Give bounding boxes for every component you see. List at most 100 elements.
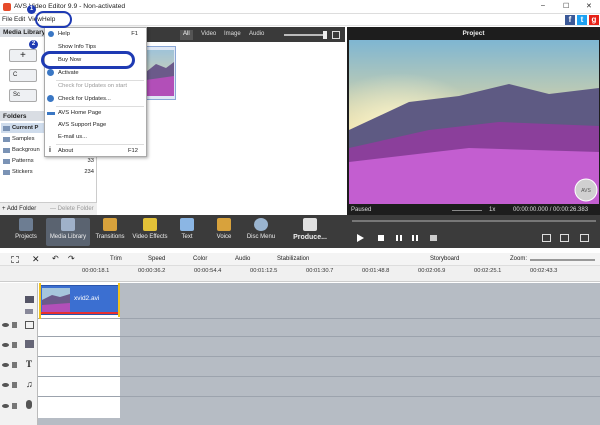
tab-video[interactable]: Video [198,30,219,40]
help-menu-highlight [35,11,72,28]
undo-icon[interactable]: ↶ [52,254,59,263]
tab-all[interactable]: All [180,30,193,40]
preview-title: Project [462,30,485,37]
speed-button[interactable]: Speed [148,256,165,262]
eye-icon[interactable] [2,404,9,408]
produce-button[interactable]: Produce... [290,218,330,246]
grid-icon[interactable] [11,256,19,263]
storyboard-button[interactable]: Storyboard [430,256,459,262]
screen-button[interactable]: Sc [9,89,37,102]
media-library-button[interactable]: Media Library [46,218,90,246]
redo-icon[interactable]: ↷ [68,254,75,263]
menu-item-show-info-tips[interactable]: Show Info Tips [58,44,96,50]
transitions-icon [103,218,117,231]
menu-item-help[interactable]: Help [58,31,70,37]
media-thumbnail[interactable] [144,46,176,100]
lock-icon[interactable] [12,362,17,368]
capture-button[interactable]: C [9,69,37,82]
projects-button[interactable]: Projects [8,218,44,246]
play-icon[interactable] [357,234,364,242]
volume-icon[interactable] [430,235,437,241]
view-mode-icon[interactable] [332,31,340,39]
timeline-toolbar: ✕ ↶ ↷ Trim Speed Color Audio Stabilizati… [0,253,600,266]
overlay-track-icon [25,321,34,329]
tab-image[interactable]: Image [221,30,244,40]
activate-icon [47,69,54,76]
video-effects-icon [143,218,157,231]
menu-item-about[interactable]: About [58,148,73,154]
menu-item-email[interactable]: E-mail us... [58,134,87,140]
slider-handle[interactable] [323,31,327,39]
audio-button[interactable]: Audio [235,256,250,262]
twitter-icon[interactable]: t [577,15,587,25]
lock-icon[interactable] [12,403,17,409]
time-counter: 00:00:00.000 / 00:00:26.383 [513,207,589,213]
add-folder-button[interactable]: + Add Folder [2,206,36,212]
zoom-slider[interactable] [530,259,595,261]
lock-icon[interactable] [12,382,17,388]
track-separator [38,376,600,377]
help-icon [48,31,54,37]
minimize-button[interactable]: – [541,2,545,9]
track-separator [38,356,600,357]
facebook-icon[interactable]: f [565,15,575,25]
buy-now-highlight [41,51,135,69]
video-effects-button[interactable]: Video Effects [130,218,170,246]
audio-track-icon [25,309,33,314]
maximize-button[interactable]: ☐ [563,2,569,10]
trim-button[interactable]: Trim [110,256,122,262]
add-media-button[interactable]: + [9,49,37,62]
menu-file[interactable]: File [2,16,12,23]
eye-icon[interactable] [2,383,9,387]
eye-icon[interactable] [2,343,9,347]
voice-button[interactable]: Voice [208,218,240,246]
ruler-tick: 00:00:36.2 [138,268,166,274]
menu-edit[interactable]: Edit [14,16,25,23]
transitions-button[interactable]: Transitions [92,218,128,246]
stabilization-button[interactable]: Stabilization [277,256,309,262]
lock-icon[interactable] [12,322,17,328]
music-track-icon: ♫ [26,379,33,389]
color-button[interactable]: Color [193,256,207,262]
delete-icon[interactable]: ✕ [32,254,40,265]
video-clip[interactable]: xvid2.avi [40,285,120,315]
help-menu: Help F1 Show Info Tips Buy Now Activate … [44,27,147,157]
aspect-icon[interactable] [560,234,569,242]
text-track-icon: T [26,359,33,369]
playhead[interactable] [39,283,41,319]
eye-icon[interactable] [2,363,9,367]
speed-slider[interactable] [452,210,482,211]
landscape-thumbnail-image [146,50,174,96]
menu-item-check-updates[interactable]: Check for Updates... [58,96,111,102]
close-button[interactable]: ✕ [586,2,592,10]
stop-icon[interactable] [378,235,384,241]
prev-frame-icon[interactable] [396,235,402,241]
folder-item[interactable]: Patterns 33 [1,156,97,166]
text-button[interactable]: Text [172,218,202,246]
fullscreen-icon[interactable] [580,234,589,242]
folder-item[interactable]: Stickers 234 [1,167,97,177]
info-icon: i [49,147,51,154]
track-separator [38,396,600,397]
clapperboard-icon [303,218,317,231]
eye-icon[interactable] [2,323,9,327]
clip-name: xvid2.avi [74,295,100,302]
lock-icon[interactable] [12,342,17,348]
app-icon [3,3,11,11]
menu-item-home-page[interactable]: AVS Home Page [58,110,101,116]
folder-icon [3,148,10,153]
delete-folder-button[interactable]: — Delete Folder [50,206,94,212]
next-frame-icon[interactable] [412,235,418,241]
disc-menu-button[interactable]: Disc Menu [243,218,279,246]
menu-separator [56,106,144,107]
snapshot-icon[interactable] [542,234,551,242]
zoom-label: Zoom: [510,256,528,262]
menu-item-activate[interactable]: Activate [58,70,79,76]
youtube-icon[interactable]: g [589,15,599,25]
timeline-ruler: 00:00:18.1 00:00:36.2 00:00:54.4 00:01:1… [0,266,600,282]
folder-icon [3,126,10,131]
menu-item-support-page[interactable]: AVS Support Page [58,122,106,128]
seek-bar[interactable] [352,220,596,222]
tab-audio[interactable]: Audio [246,30,267,40]
thumb-size-slider[interactable] [284,34,326,36]
